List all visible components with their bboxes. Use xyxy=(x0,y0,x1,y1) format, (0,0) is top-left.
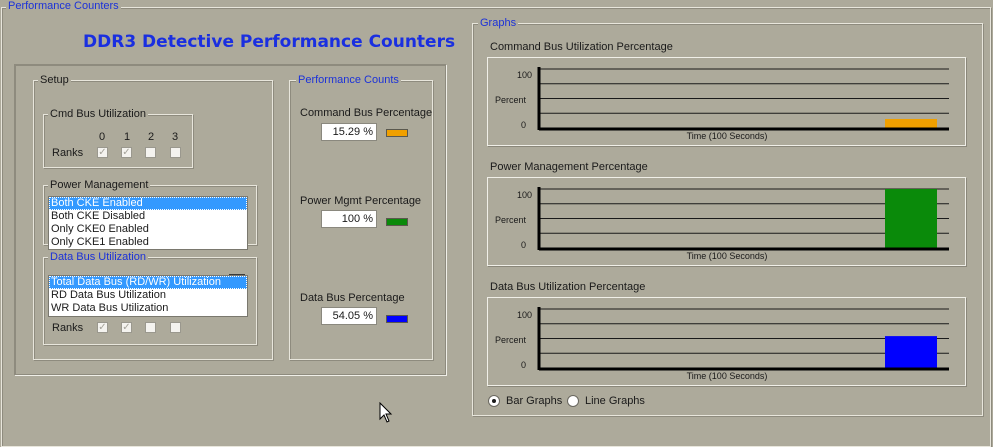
y-axis-label: Percent xyxy=(495,335,527,345)
data-rank-2-checkbox[interactable] xyxy=(145,322,156,333)
graph-1-chart: 100 Percent 0 Time (100 Seconds) xyxy=(495,67,949,141)
data-rank-3-checkbox[interactable] xyxy=(170,322,181,333)
bar-graphs-radio[interactable] xyxy=(488,395,500,407)
cmd-bus-legend: Cmd Bus Utilization xyxy=(48,108,148,121)
command-bus-percentage-label: Command Bus Percentage xyxy=(300,107,433,119)
cmd-rank-2-checkbox[interactable] xyxy=(145,147,156,158)
graph-2-chart: 100 Percent 0 Time (100 Seconds) xyxy=(495,187,949,261)
bar xyxy=(885,336,937,368)
y-axis-label: Percent xyxy=(495,95,527,105)
radio-selected-dot xyxy=(492,399,496,403)
power-mgmt-list[interactable]: Both CKE Enabled Both CKE Disabled Only … xyxy=(48,196,248,250)
x-axis-label: Time (100 Seconds) xyxy=(687,251,768,261)
main-title: DDR3 Detective Performance Counters xyxy=(83,32,456,52)
y-max-label: 100 xyxy=(517,190,532,200)
bar xyxy=(885,118,937,128)
y-max-label: 100 xyxy=(517,310,532,320)
x-axis-label: Time (100 Seconds) xyxy=(687,371,768,381)
graph-1-title: Command Bus Utilization Percentage xyxy=(490,41,673,53)
cmd-rank-3-checkbox[interactable] xyxy=(170,147,181,158)
data-bus-option-2[interactable]: WR Data Bus Utilization xyxy=(49,302,247,315)
y-min-label: 0 xyxy=(521,120,526,130)
graph-2-title: Power Management Percentage xyxy=(490,161,648,173)
rank-number-1: 1 xyxy=(124,131,131,143)
graphs-legend: Graphs xyxy=(478,17,519,30)
data-ranks-label: Ranks xyxy=(52,322,84,334)
power-option-1[interactable]: Both CKE Disabled xyxy=(49,210,247,223)
cmd-ranks-label: Ranks xyxy=(52,147,84,159)
y-max-label: 100 xyxy=(517,70,532,80)
line-graphs-label[interactable]: Line Graphs xyxy=(585,395,645,408)
data-bus-option-1[interactable]: RD Data Bus Utilization xyxy=(49,289,247,302)
cmd-rank-0-checkbox[interactable]: ✓ xyxy=(97,147,108,158)
data-bus-option-0[interactable]: Total Data Bus (RD/WR) Utilization xyxy=(49,276,247,289)
rank-number-3: 3 xyxy=(172,131,179,143)
bar-graphs-label[interactable]: Bar Graphs xyxy=(506,395,562,408)
data-bus-swatch xyxy=(386,315,408,323)
command-bus-value: 15.29 % xyxy=(321,123,377,141)
y-min-label: 0 xyxy=(521,360,526,370)
line-graphs-radio[interactable] xyxy=(567,395,579,407)
power-mgmt-percentage-label: Power Mgmt Percentage xyxy=(300,195,422,207)
y-min-label: 0 xyxy=(521,240,526,250)
x-axis-label: Time (100 Seconds) xyxy=(687,131,768,141)
power-option-3[interactable]: Only CKE1 Enabled xyxy=(49,236,247,249)
data-bus-percentage-label: Data Bus Percentage xyxy=(300,292,405,304)
data-rank-0-checkbox[interactable]: ✓ xyxy=(97,322,108,333)
bar xyxy=(885,189,937,248)
power-option-2[interactable]: Only CKE0 Enabled xyxy=(49,223,247,236)
data-bus-legend: Data Bus Utilization xyxy=(48,251,148,264)
graph-3-chart: 100 Percent 0 Time (100 Seconds) xyxy=(495,307,949,381)
graph-3-title: Data Bus Utilization Percentage xyxy=(490,281,646,293)
cmd-rank-1-checkbox[interactable]: ✓ xyxy=(121,147,132,158)
rank-number-2: 2 xyxy=(148,131,155,143)
performance-counters-legend: Performance Counters xyxy=(6,0,121,13)
power-mgmt-swatch xyxy=(386,218,408,226)
command-bus-swatch xyxy=(386,129,408,137)
y-axis-label: Percent xyxy=(495,215,527,225)
data-bus-list[interactable]: Total Data Bus (RD/WR) Utilization RD Da… xyxy=(48,275,248,317)
power-mgmt-value: 100 % xyxy=(321,210,377,228)
rank-number-0: 0 xyxy=(99,131,106,143)
perf-counts-legend: Performance Counts xyxy=(296,74,401,87)
data-rank-1-checkbox[interactable]: ✓ xyxy=(121,322,132,333)
data-bus-value: 54.05 % xyxy=(321,307,377,325)
mouse-cursor-icon xyxy=(379,402,393,423)
setup-legend: Setup xyxy=(38,74,71,87)
power-option-0[interactable]: Both CKE Enabled xyxy=(49,197,247,210)
power-mgmt-legend: Power Management xyxy=(48,179,151,192)
